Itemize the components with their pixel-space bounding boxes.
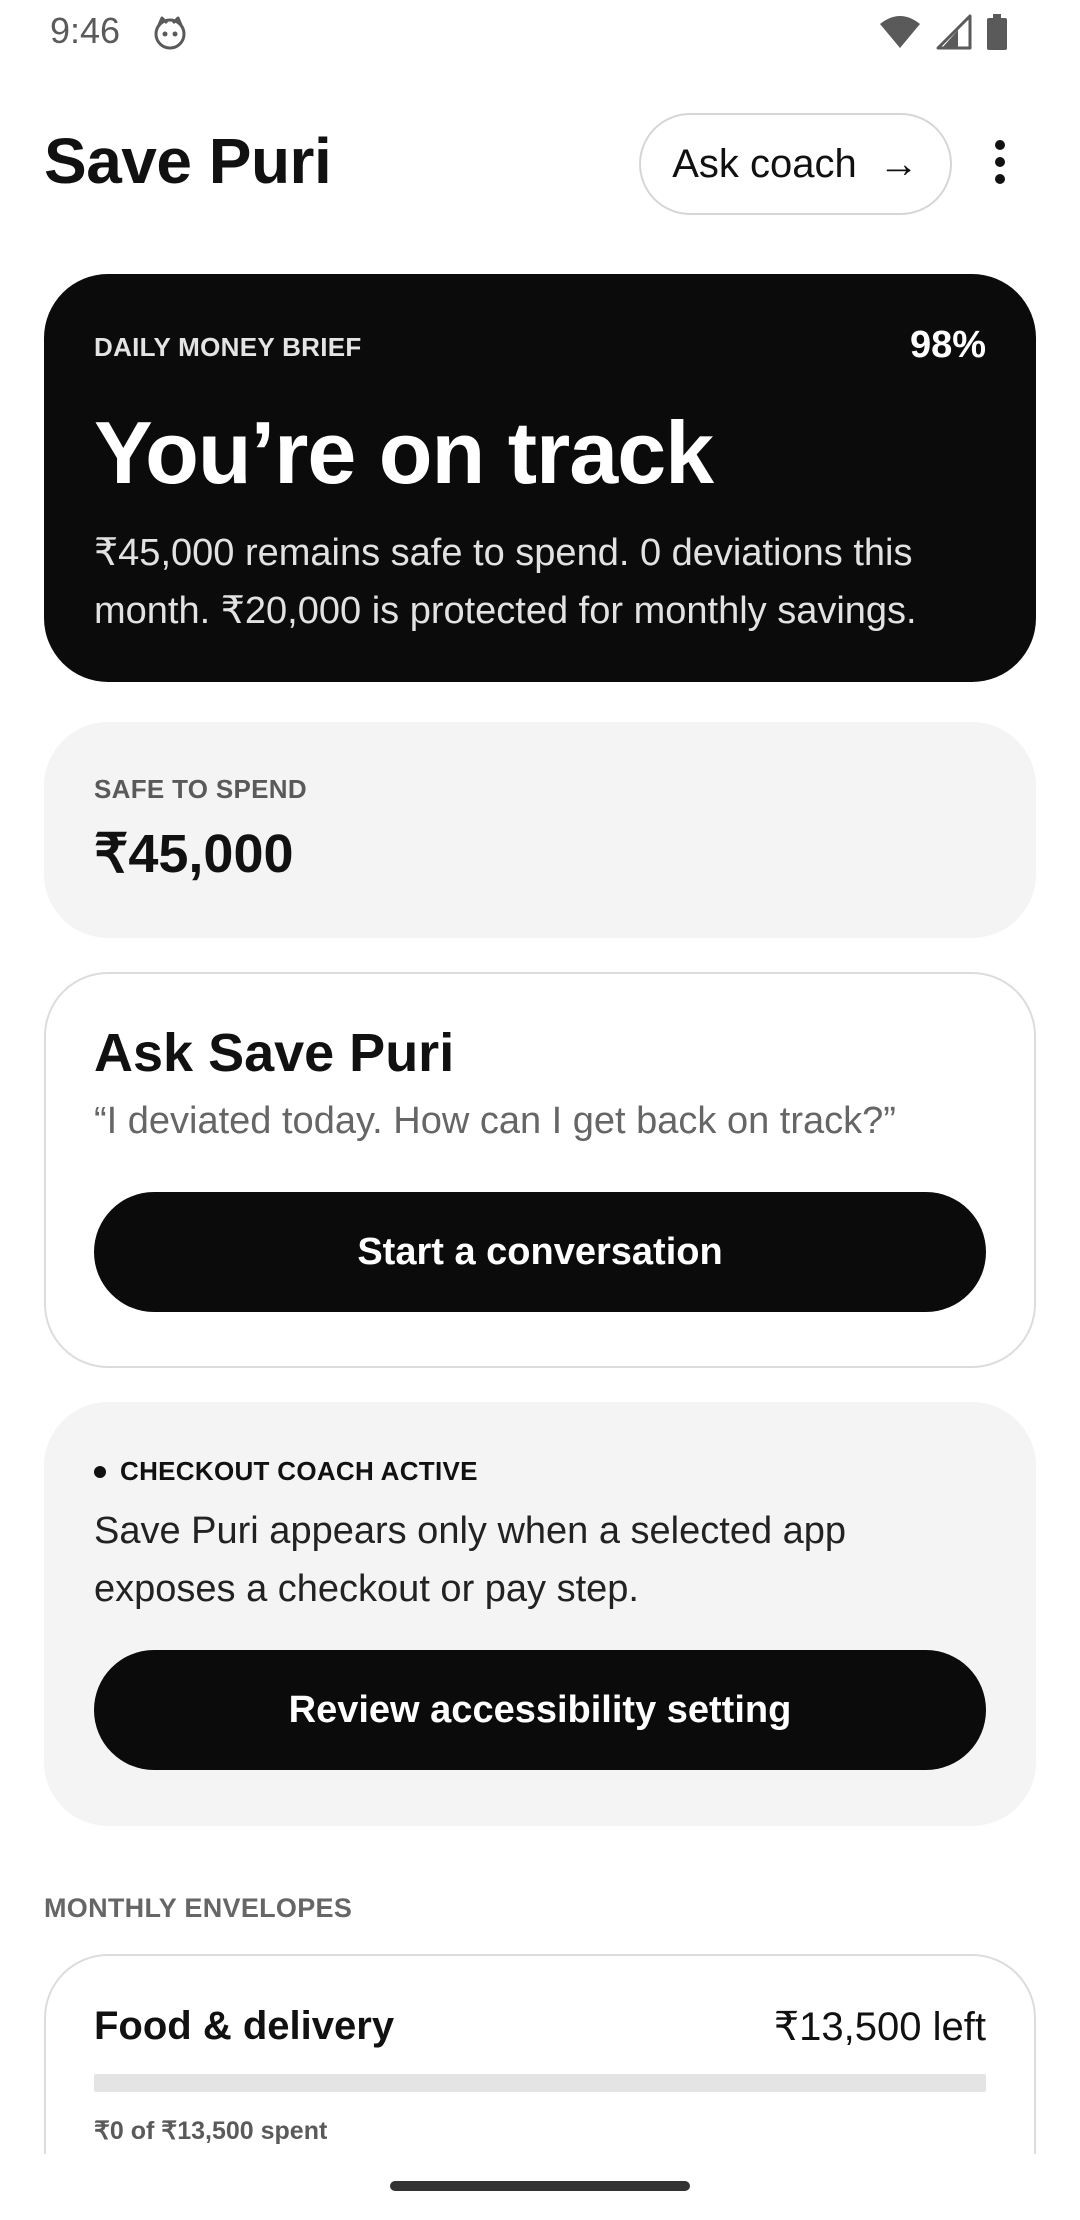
safe-to-spend-amount: ₹45,000	[94, 824, 294, 884]
ask-coach-label: Ask coach	[672, 141, 857, 186]
envelope-name: Food & delivery	[94, 2004, 395, 2048]
envelopes-section-label: MONTHLY ENVELOPES	[44, 1893, 353, 1923]
home-screen: 9:46 Save Puri Ask coach → DAILY MONEY B…	[0, 0, 1080, 2220]
envelope-spent: ₹0 of ₹13,500 spent	[94, 2117, 328, 2145]
app-title: Save Puri	[44, 125, 332, 197]
battery-icon	[987, 14, 1007, 50]
more-vert-icon[interactable]	[980, 140, 1020, 200]
ask-card: Ask Save Puri “I deviated today. How can…	[44, 972, 1036, 1368]
envelope-remaining: ₹13,500 left	[773, 2005, 986, 2049]
brief-headline: You’re on track	[94, 403, 714, 502]
status-dot-icon	[94, 1465, 106, 1478]
cat-face-icon	[154, 16, 186, 50]
checkout-coach-card: CHECKOUT COACH ACTIVE Save Puri appears …	[44, 1402, 1036, 1826]
safe-to-spend-card: SAFE TO SPEND ₹45,000	[44, 722, 1036, 938]
daily-brief-card: DAILY MONEY BRIEF 98% You’re on track ₹4…	[44, 274, 1036, 682]
coach-body: Save Puri appears only when a selected a…	[94, 1510, 847, 1610]
status-bar: 9:46	[0, 0, 1080, 66]
safe-to-spend-label: SAFE TO SPEND	[94, 774, 307, 804]
review-accessibility-button[interactable]: Review accessibility setting	[94, 1650, 986, 1770]
wifi-icon	[880, 16, 920, 48]
arrow-right-icon: →	[878, 141, 919, 186]
ask-example-quote: “I deviated today. How can I get back on…	[94, 1100, 896, 1142]
ask-coach-button[interactable]: Ask coach →	[639, 113, 952, 215]
signal-icon	[936, 14, 972, 50]
brief-percent: 98%	[909, 324, 986, 366]
home-indicator[interactable]	[390, 2181, 690, 2191]
status-icons	[878, 14, 1008, 50]
envelope-progress-bar	[94, 2074, 986, 2092]
ask-title: Ask Save Puri	[94, 1023, 455, 1083]
brief-body: ₹45,000 remains safe to spend. 0 deviati…	[94, 532, 917, 632]
coach-status: CHECKOUT COACH ACTIVE	[94, 1456, 478, 1487]
brief-label: DAILY MONEY BRIEF	[94, 332, 362, 362]
coach-status-label: CHECKOUT COACH ACTIVE	[120, 1456, 478, 1486]
start-conversation-button[interactable]: Start a conversation	[94, 1192, 986, 1312]
status-time: 9:46	[50, 10, 121, 51]
